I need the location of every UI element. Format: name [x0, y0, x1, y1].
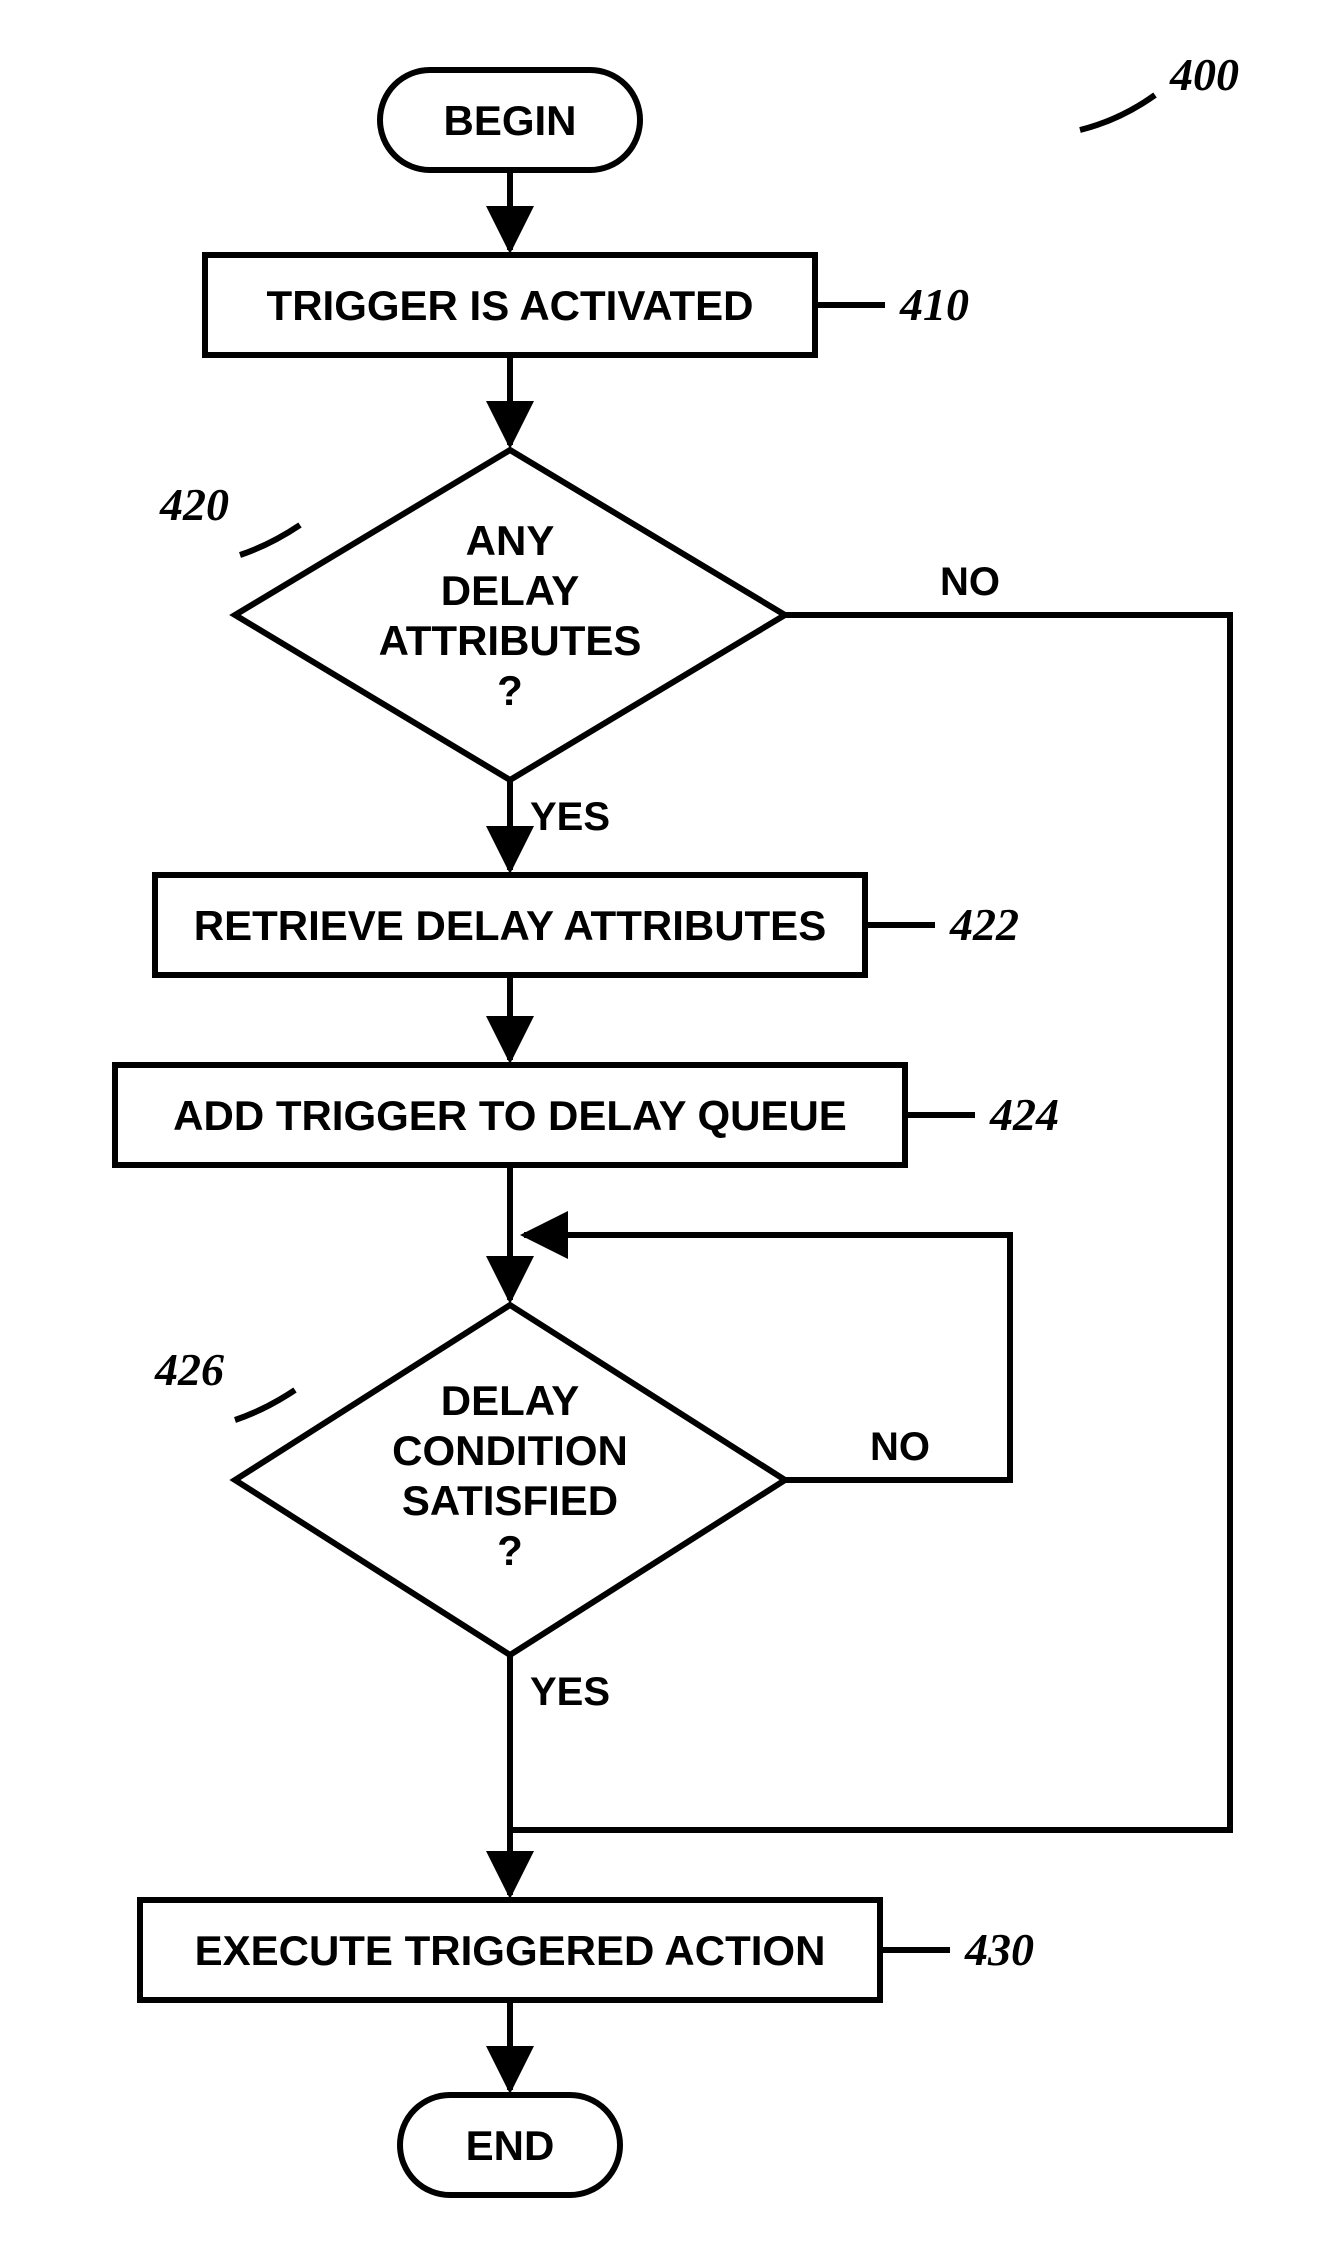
- node-end: END: [400, 2095, 620, 2195]
- node-410: TRIGGER IS ACTIVATED 410: [205, 255, 969, 355]
- node-430-label: EXECUTE TRIGGERED ACTION: [195, 1927, 826, 1974]
- node-426-no: NO: [870, 1425, 930, 1469]
- figure-ref-label: 400: [1169, 49, 1239, 100]
- node-426-line1: DELAY: [441, 1377, 580, 1424]
- edge-420-no: [510, 615, 1230, 1830]
- node-426: DELAY CONDITION SATISFIED ? 426: [154, 1305, 785, 1655]
- node-420-yes: YES: [530, 795, 610, 839]
- node-426-yes: YES: [530, 1670, 610, 1714]
- node-422-ref: 422: [949, 899, 1019, 950]
- node-424: ADD TRIGGER TO DELAY QUEUE 424: [115, 1065, 1059, 1165]
- figure-reference: 400: [1080, 49, 1239, 130]
- node-426-line4: ?: [497, 1527, 523, 1574]
- node-420-no: NO: [940, 560, 1000, 604]
- node-420-line1: ANY: [466, 517, 555, 564]
- node-424-ref: 424: [989, 1089, 1059, 1140]
- node-420-ref: 420: [159, 479, 229, 530]
- node-422: RETRIEVE DELAY ATTRIBUTES 422: [155, 875, 1019, 975]
- node-begin: BEGIN: [380, 70, 640, 170]
- node-426-line3: SATISFIED: [402, 1477, 618, 1524]
- node-420-line4: ?: [497, 667, 523, 714]
- node-430-ref: 430: [964, 1924, 1034, 1975]
- begin-label: BEGIN: [443, 97, 576, 144]
- node-420-line3: ATTRIBUTES: [379, 617, 642, 664]
- node-426-ref: 426: [154, 1344, 224, 1395]
- end-label: END: [466, 2122, 555, 2169]
- flowchart-canvas: 400 BEGIN TRIGGER IS ACTIVATED 410 ANY D…: [0, 0, 1337, 2249]
- node-410-label: TRIGGER IS ACTIVATED: [267, 282, 754, 329]
- node-422-label: RETRIEVE DELAY ATTRIBUTES: [194, 902, 826, 949]
- node-420: ANY DELAY ATTRIBUTES ? 420: [159, 450, 785, 780]
- node-430: EXECUTE TRIGGERED ACTION 430: [140, 1900, 1034, 2000]
- node-420-line2: DELAY: [441, 567, 580, 614]
- node-426-line2: CONDITION: [392, 1427, 628, 1474]
- node-424-label: ADD TRIGGER TO DELAY QUEUE: [173, 1092, 847, 1139]
- node-410-ref: 410: [899, 279, 969, 330]
